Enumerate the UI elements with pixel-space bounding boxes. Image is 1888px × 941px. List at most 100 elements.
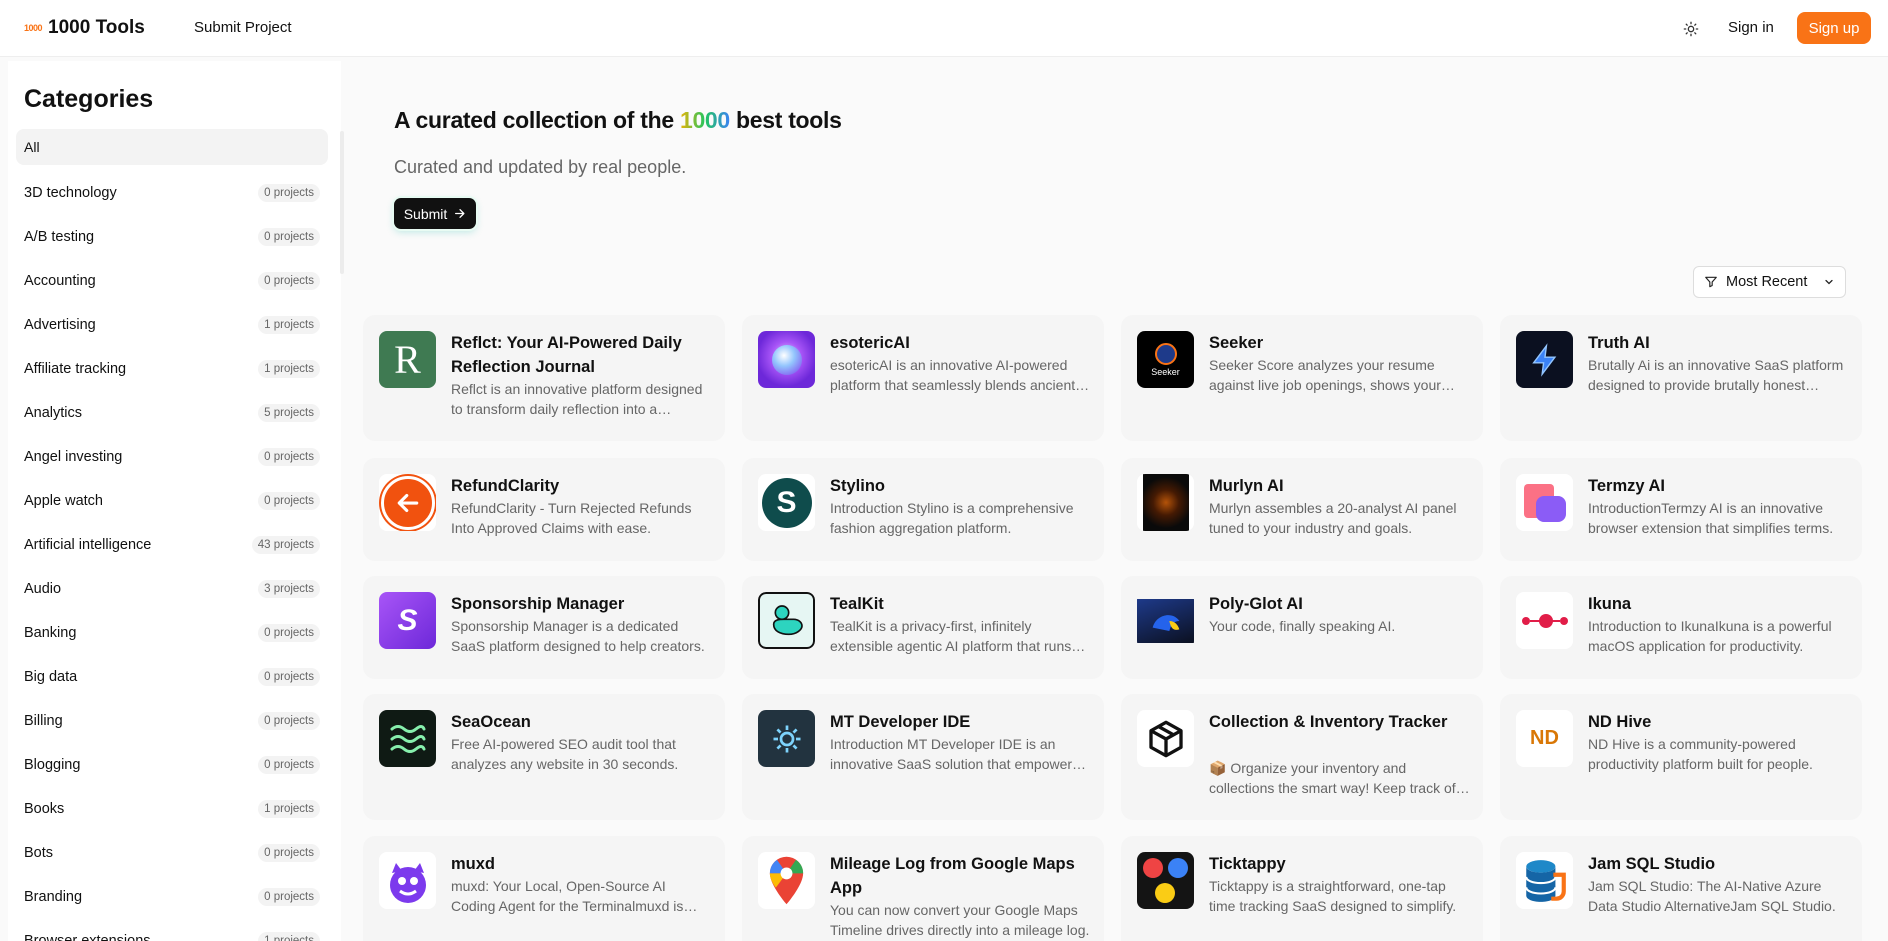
mileage-logo [758, 852, 815, 909]
tool-description: Reflct is an innovative platform designe… [451, 381, 703, 417]
tool-name: Jam SQL Studio [1588, 855, 1716, 873]
collection-logo [1137, 710, 1194, 767]
category-label: Banking [24, 625, 77, 641]
hero-submit-button[interactable]: Submit [394, 198, 476, 229]
category-count-badge: 0 projects [258, 844, 320, 862]
sun-icon [1683, 21, 1699, 37]
category-item[interactable]: Audio 3 projects [16, 567, 328, 611]
esoteric-logo [758, 331, 815, 388]
category-item[interactable]: Apple watch 0 projects [16, 479, 328, 523]
tool-card[interactable]: Ikuna Introduction to IkunaIkuna is a pow… [1500, 576, 1862, 679]
tool-name: Mileage Log from Google Maps App [830, 855, 1075, 897]
category-item[interactable]: Affiliate tracking 1 projects [16, 347, 328, 391]
tool-card[interactable]: TealKit TealKit is a privacy-first, infin… [742, 576, 1104, 679]
category-list: 3D technology 0 projects A/B testing 0 proj… [16, 171, 328, 941]
mt-ide-logo [758, 710, 815, 767]
category-item[interactable]: Branding 0 projects [16, 875, 328, 919]
category-item[interactable]: Accounting 0 projects [16, 259, 328, 303]
category-item[interactable]: Browser extensions 1 projects [16, 919, 328, 941]
category-all[interactable]: All [16, 129, 328, 165]
hero-title-pre: A curated collection of the [394, 107, 680, 133]
tool-card[interactable]: muxd muxd: Your Local, Open-Source AI Cod… [363, 836, 725, 941]
ikuna-logo [1516, 592, 1573, 649]
tool-card[interactable]: esotericAI esotericAI is an innovative AI… [742, 315, 1104, 441]
category-item[interactable]: 3D technology 0 projects [16, 171, 328, 215]
category-count-badge: 1 projects [258, 360, 320, 378]
murlyn-logo [1137, 474, 1194, 531]
sign-up-button[interactable]: Sign up [1797, 12, 1871, 44]
truth-logo [1516, 331, 1573, 388]
tool-card[interactable]: Murlyn AI Murlyn assembles a 20-analyst A… [1121, 458, 1483, 561]
tool-card[interactable]: Jam SQL Studio Jam SQL Studio: The AI-Nat… [1500, 836, 1862, 941]
tool-description: Sponsorship Manager is a dedicated SaaS … [451, 618, 705, 654]
tool-card[interactable]: Collection & Inventory Tracker 📦 Organize… [1121, 694, 1483, 820]
tool-card[interactable]: R Reflct: Your AI-Powered Daily Reflectio… [363, 315, 725, 441]
hero-title-number: 1000 [679, 107, 730, 133]
tool-card[interactable]: S Stylino Introduction Stylino is a compre… [742, 458, 1104, 561]
tool-description: ND Hive is a community-powered productiv… [1588, 736, 1813, 772]
category-count-badge: 0 projects [258, 492, 320, 510]
category-count-badge: 1 projects [258, 800, 320, 818]
category-count-badge: 1 projects [258, 932, 320, 941]
arrow-right-icon [455, 209, 465, 218]
tealkit-logo [758, 592, 815, 649]
sidebar-scrollbar[interactable] [340, 131, 344, 274]
tool-card[interactable]: Poly-Glot AI Your code, finally speaking … [1121, 576, 1483, 679]
seaocean-logo [379, 710, 436, 767]
jamsql-logo [1516, 852, 1573, 909]
ticktappy-logo [1137, 852, 1194, 909]
category-item[interactable]: Angel investing 0 projects [16, 435, 328, 479]
muxd-logo [379, 852, 436, 909]
category-count-badge: 0 projects [258, 184, 320, 202]
category-label: Books [24, 801, 65, 817]
category-label: Affiliate tracking [24, 361, 127, 377]
category-count-badge: 5 projects [258, 404, 320, 422]
tool-name: MT Developer IDE [830, 713, 971, 731]
category-item[interactable]: A/B testing 0 projects [16, 215, 328, 259]
theme-toggle-button[interactable] [1680, 18, 1702, 40]
tool-name: Seeker [1209, 334, 1264, 352]
tool-name: muxd [451, 855, 496, 873]
category-label: 3D technology [24, 185, 117, 201]
tool-description: RefundClarity - Turn Rejected Refunds In… [451, 500, 692, 536]
tool-card[interactable]: SeaOcean Free AI-powered SEO audit tool t… [363, 694, 725, 820]
category-item[interactable]: Analytics 5 projects [16, 391, 328, 435]
tool-card[interactable]: MT Developer IDE Introduction MT Develope… [742, 694, 1104, 820]
sort-dropdown[interactable]: Most Recent [1693, 266, 1846, 298]
tool-description: muxd: Your Local, Open-Source AI Coding … [451, 878, 684, 914]
seeker-logo: Seeker [1137, 331, 1194, 388]
tool-card[interactable]: Seeker Seeker Seeker Score analyzes your r… [1121, 315, 1483, 441]
submit-project-link[interactable]: Submit Project [194, 19, 292, 36]
tool-description: 📦 Organize your inventory and collection… [1209, 760, 1456, 796]
tool-name: ND Hive [1588, 713, 1652, 731]
category-item[interactable]: Blogging 0 projects [16, 743, 328, 787]
tool-card[interactable]: Termzy AI IntroductionTermzy AI is an inn… [1500, 458, 1862, 561]
category-item[interactable]: Books 1 projects [16, 787, 328, 831]
tool-name: RefundClarity [451, 477, 560, 495]
tool-card[interactable]: Truth AI Brutally Ai is an innovative Saa… [1500, 315, 1862, 441]
category-label: Blogging [24, 757, 81, 773]
category-item[interactable]: Banking 0 projects [16, 611, 328, 655]
logo-mark: 1000 [24, 23, 43, 33]
category-label: Advertising [24, 317, 96, 333]
tool-name: esotericAI [830, 334, 910, 352]
tool-card[interactable]: RefundClarity RefundClarity - Turn Reject… [363, 458, 725, 561]
category-item[interactable]: Advertising 1 projects [16, 303, 328, 347]
tool-card[interactable]: ND ND Hive ND Hive is a community-powered … [1500, 694, 1862, 820]
sponsorship-logo: S [379, 592, 436, 649]
tool-card[interactable]: Mileage Log from Google Maps App You can … [742, 836, 1104, 941]
category-item[interactable]: Big data 0 projects [16, 655, 328, 699]
tool-card[interactable]: Ticktappy Ticktappy is a straightforward,… [1121, 836, 1483, 941]
category-label: Apple watch [24, 493, 103, 509]
tool-description: Jam SQL Studio: The AI-Native Azure Data… [1588, 878, 1836, 914]
category-item[interactable]: Bots 0 projects [16, 831, 328, 875]
sign-in-link[interactable]: Sign in [1728, 19, 1774, 36]
tool-name: Truth AI [1588, 334, 1650, 352]
category-item[interactable]: Artificial intelligence 43 projects [16, 523, 328, 567]
tool-card[interactable]: S Sponsorship Manager Sponsorship Manager … [363, 576, 725, 679]
category-item[interactable]: Billing 0 projects [16, 699, 328, 743]
tool-description: Introduction to IkunaIkuna is a powerful… [1588, 618, 1832, 654]
site-logo[interactable]: 1000 1000 Tools [24, 17, 145, 39]
tool-name: TealKit [830, 595, 884, 613]
tool-description: esotericAI is an innovative AI-powered p… [830, 357, 1076, 393]
